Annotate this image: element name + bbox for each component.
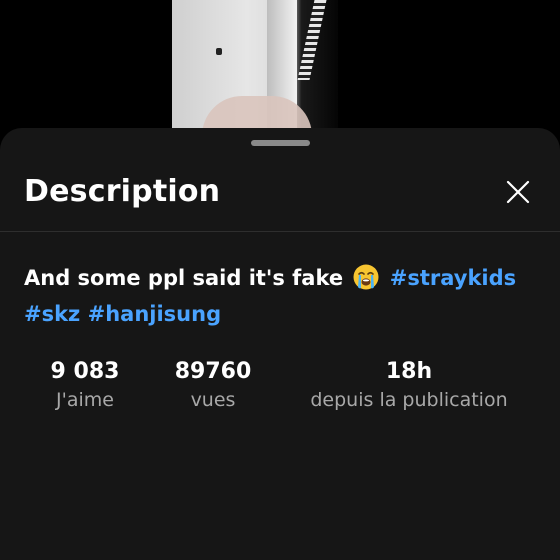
posted-time-value: 18h [385, 359, 433, 384]
likes-stat: 9 083 J'aime [40, 358, 130, 414]
header-divider [0, 231, 560, 232]
views-label: vues [190, 389, 236, 411]
video-frame[interactable] [172, 0, 338, 140]
hashtag-link[interactable]: #hanjisung [88, 302, 222, 326]
likes-label: J'aime [56, 389, 114, 411]
video-zipper [297, 0, 327, 80]
close-icon [506, 180, 530, 204]
sheet-title: Description [24, 174, 221, 209]
caption-text: And some ppl said it's fake [24, 266, 344, 290]
hashtag-link[interactable]: #skz [24, 302, 80, 326]
hashtag-link[interactable]: #straykids [390, 266, 516, 290]
likes-count: 9 083 [50, 359, 120, 384]
screen: Description And some ppl said it's fake … [0, 0, 560, 560]
posted-time-stat: 18h depuis la publication [300, 358, 518, 414]
crying-face-emoji-icon [353, 264, 379, 290]
views-stat: 89760 vues [163, 358, 263, 414]
video-caption: And some ppl said it's fake #straykids #… [24, 260, 539, 332]
close-button[interactable] [500, 174, 536, 210]
sheet-grabber-handle[interactable] [251, 140, 310, 146]
views-count: 89760 [174, 359, 252, 384]
description-sheet: Description And some ppl said it's fake … [0, 128, 560, 560]
posted-time-label: depuis la publication [310, 389, 508, 411]
video-preview[interactable] [0, 0, 560, 140]
video-shirt-logo [216, 48, 222, 55]
video-stats: 9 083 J'aime 89760 vues 18h depuis la pu… [0, 358, 560, 418]
